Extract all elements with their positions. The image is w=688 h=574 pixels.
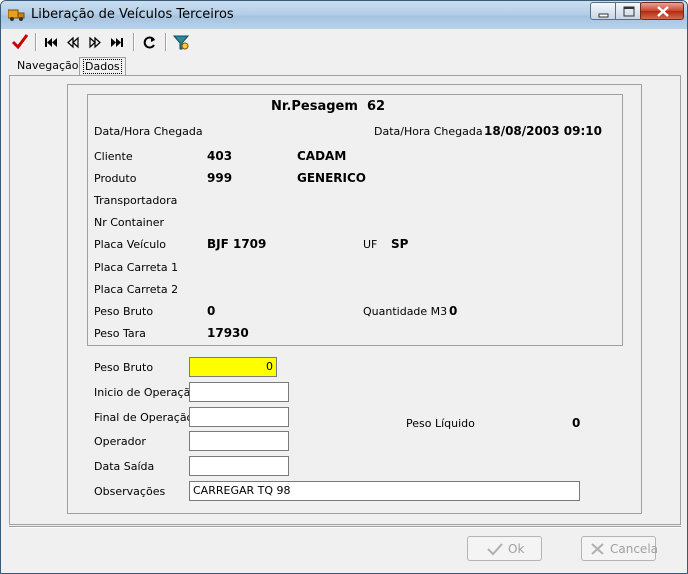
observacoes-label: Observações (94, 485, 166, 498)
uf-label: UF (363, 238, 378, 251)
last-record-icon (111, 38, 123, 47)
close-icon (591, 543, 604, 555)
transportadora-label: Transportadora (94, 194, 178, 207)
produto-label: Produto (94, 172, 137, 185)
first-record-icon (45, 38, 57, 47)
refresh-button[interactable] (140, 32, 160, 52)
previous-record-button[interactable] (63, 32, 83, 52)
truck-icon (7, 8, 25, 22)
maximize-icon (623, 6, 635, 17)
nr-container-label: Nr Container (94, 216, 165, 229)
refresh-icon (143, 36, 155, 49)
toolbar-separator (165, 33, 167, 51)
cliente-name: CADAM (297, 149, 347, 163)
cancel-button[interactable]: Cancela (581, 536, 659, 561)
placa-veiculo-label: Placa Veículo (94, 238, 167, 251)
data-hora-chegada-value: 18/08/2003 09:10 (484, 124, 602, 138)
window-title: Liberação de Veículos Terceiros (31, 7, 234, 22)
peso-liquido-label: Peso Líquido (406, 417, 475, 430)
minimize-icon (598, 13, 609, 18)
peso-tara-label: Peso Tara (94, 327, 146, 340)
quantidade-m3-value: 0 (449, 304, 458, 318)
data-saida-input[interactable] (189, 456, 289, 476)
ok-button-label: Ok (508, 542, 525, 556)
checkmark-icon (11, 34, 29, 50)
close-icon (657, 6, 669, 17)
operador-label: Operador (94, 435, 146, 448)
tab-dados[interactable]: Dados (79, 57, 126, 75)
uf-value: SP (391, 237, 409, 251)
cliente-label: Cliente (94, 150, 133, 163)
nr-pesagem-value: 62 (367, 99, 386, 114)
peso-tara-value: 17930 (207, 326, 249, 340)
observacoes-input[interactable]: CARREGAR TQ 98 (189, 481, 580, 501)
next-record-icon (89, 36, 101, 49)
ok-button[interactable]: Ok (467, 536, 542, 561)
footer-divider (9, 526, 681, 528)
cancel-button-label: Cancela (610, 542, 659, 556)
toolbar (5, 29, 685, 55)
data-saida-label: Data Saída (94, 460, 155, 473)
title-bar[interactable]: Liberação de Veículos Terceiros (1, 1, 687, 29)
maximize-button[interactable] (615, 2, 641, 20)
previous-record-icon (67, 36, 79, 49)
produto-code: 999 (207, 171, 233, 185)
final-operacao-input[interactable] (189, 407, 289, 427)
peso-liquido-value: 0 (572, 416, 581, 430)
peso-bruto-field-label: Peso Bruto (94, 361, 154, 374)
filter-icon (172, 35, 190, 50)
peso-bruto-input[interactable]: 0 (189, 357, 277, 377)
final-operacao-label: Final de Operação (94, 411, 194, 424)
app-window: Liberação de Veículos Terceiros Navegaçã… (0, 0, 688, 574)
produto-name: GENERICO (297, 171, 366, 185)
data-hora-chegada-label: Data/Hora Chegada (94, 125, 203, 138)
toolbar-separator (35, 33, 37, 51)
tab-dados-label: Dados (83, 59, 122, 74)
cliente-code: 403 (207, 149, 233, 163)
data-hora-chegada-label-right: Data/Hora Chegada (374, 125, 483, 138)
next-record-button[interactable] (85, 32, 105, 52)
minimize-button[interactable] (590, 2, 616, 20)
first-record-button[interactable] (41, 32, 61, 52)
placa-carreta1-label: Placa Carreta 1 (94, 261, 179, 274)
confirm-button[interactable] (10, 32, 30, 52)
placa-carreta2-label: Placa Carreta 2 (94, 283, 179, 296)
nr-pesagem-label: Nr.Pesagem (271, 99, 358, 114)
inicio-operacao-input[interactable] (189, 382, 289, 402)
quantidade-m3-label: Quantidade M3 (363, 305, 448, 318)
peso-bruto-info-label: Peso Bruto (94, 305, 154, 318)
placa-veiculo-value: BJF 1709 (207, 237, 267, 251)
last-record-button[interactable] (107, 32, 127, 52)
inicio-operacao-label: Inicio de Operação (94, 386, 198, 399)
peso-bruto-info-value: 0 (207, 304, 216, 318)
operador-input[interactable] (189, 431, 289, 451)
checkmark-icon (487, 543, 503, 556)
filter-button[interactable] (171, 32, 191, 52)
tab-navegacao[interactable]: Navegação (14, 57, 82, 74)
close-button[interactable] (640, 2, 684, 20)
toolbar-separator (133, 33, 135, 51)
